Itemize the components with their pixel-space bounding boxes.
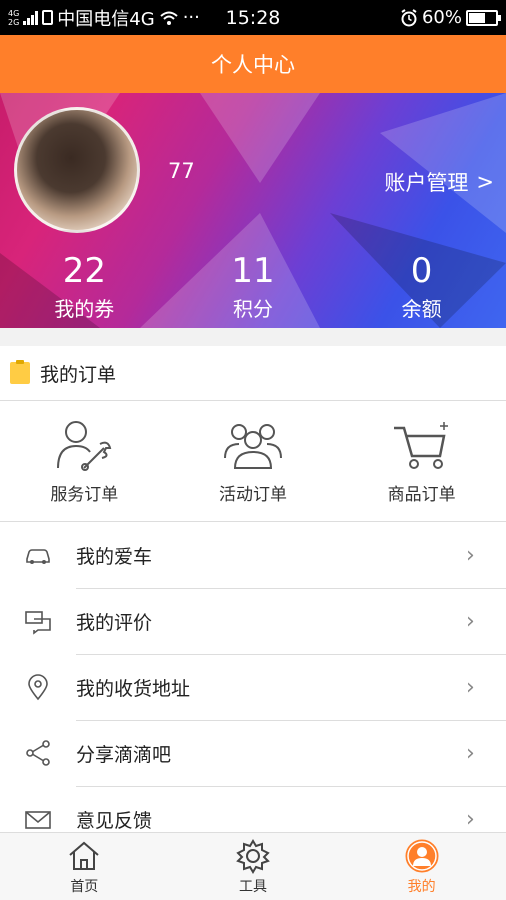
menu-item-my-car[interactable]: 我的爱车 › xyxy=(0,522,506,588)
stat-balance[interactable]: 0 余额 xyxy=(337,251,506,327)
battery-percent: 60% xyxy=(421,7,462,28)
gear-icon xyxy=(236,838,270,874)
alarm-icon xyxy=(401,8,417,26)
signal-icon xyxy=(23,10,39,25)
menu-item-label: 意见反馈 xyxy=(76,809,153,832)
activity-order-button[interactable]: 活动订单 xyxy=(169,401,338,521)
tab-mine[interactable]: 我的 xyxy=(337,833,506,900)
avatar[interactable] xyxy=(14,107,140,233)
service-order-icon xyxy=(57,420,112,471)
chevron-right-icon: › xyxy=(466,740,475,766)
cart-icon xyxy=(393,421,448,469)
page-title: 个人中心 xyxy=(211,53,295,77)
menu-item-label: 我的收货地址 xyxy=(76,677,191,700)
account-management-link[interactable]: 账户管理 > xyxy=(384,167,494,197)
mail-icon xyxy=(25,811,51,829)
orders-section-title: 我的订单 xyxy=(40,363,117,386)
chevron-right-icon: › xyxy=(466,806,475,832)
menu-item-share[interactable]: 分享滴滴吧 › xyxy=(0,720,506,786)
order-label: 商品订单 xyxy=(387,484,456,505)
network-type-indicator: 4G 2G xyxy=(8,8,20,27)
menu-item-my-reviews[interactable]: 我的评价 › xyxy=(0,588,506,654)
chevron-right-icon: › xyxy=(466,608,475,634)
share-icon xyxy=(26,740,50,766)
status-bar: 4G 2G 中国电信4G ··· 15:28 60% xyxy=(0,0,506,35)
chevron-right-icon: › xyxy=(466,542,475,568)
clipboard-icon xyxy=(10,360,30,384)
tab-label: 首页 xyxy=(70,878,99,895)
menu-list: 我的爱车 › 我的评价 › 我的收货地址 › 分享滴滴吧 › 意见反馈 › xyxy=(0,522,506,852)
order-label: 活动订单 xyxy=(218,484,287,505)
tab-label: 工具 xyxy=(238,878,267,895)
profile-banner: 77 账户管理 > 22 我的券 11 积分 0 余额 xyxy=(0,93,506,328)
bottom-tab-bar: 首页 工具 我的 xyxy=(0,832,506,900)
product-order-button[interactable]: 商品订单 xyxy=(337,401,506,521)
menu-item-label: 分享滴滴吧 xyxy=(76,743,172,766)
order-label: 服务订单 xyxy=(50,484,119,505)
comment-icon xyxy=(25,611,51,635)
stat-points[interactable]: 11 积分 xyxy=(169,251,338,327)
tab-label: 我的 xyxy=(407,878,436,895)
stat-value: 0 xyxy=(410,251,433,291)
service-order-button[interactable]: 服务订单 xyxy=(0,401,169,521)
stat-label: 我的券 xyxy=(54,297,115,321)
chevron-right-icon: › xyxy=(466,674,475,700)
username: 77 xyxy=(168,159,195,183)
wifi-icon xyxy=(160,11,178,25)
tab-home[interactable]: 首页 xyxy=(0,833,169,900)
orders-section-header[interactable]: 我的订单 xyxy=(0,346,506,401)
activity-order-icon xyxy=(223,423,282,469)
chevron-right-icon: > xyxy=(476,170,494,194)
stat-value: 22 xyxy=(62,251,106,291)
stat-coupons[interactable]: 22 我的券 xyxy=(0,251,169,327)
home-icon xyxy=(69,841,99,870)
carrier-label: 中国电信4G xyxy=(57,8,155,30)
location-icon xyxy=(28,674,48,701)
account-management-label: 账户管理 xyxy=(384,171,469,195)
user-icon xyxy=(405,839,439,872)
car-icon xyxy=(26,549,50,564)
menu-item-label: 我的评价 xyxy=(76,611,153,634)
sim-icon xyxy=(42,10,54,25)
tab-tools[interactable]: 工具 xyxy=(169,833,338,900)
stat-label: 余额 xyxy=(401,297,442,321)
order-types: 服务订单 活动订单 商品订单 xyxy=(0,401,506,522)
stat-value: 11 xyxy=(231,251,275,291)
title-bar: 个人中心 xyxy=(0,35,506,93)
menu-item-label: 我的爱车 xyxy=(76,545,153,568)
battery-icon xyxy=(466,9,501,26)
stats-row: 22 我的券 11 积分 0 余额 xyxy=(0,251,506,327)
menu-item-shipping-address[interactable]: 我的收货地址 › xyxy=(0,654,506,720)
more-indicator: ··· xyxy=(182,7,200,28)
stat-label: 积分 xyxy=(232,297,273,321)
